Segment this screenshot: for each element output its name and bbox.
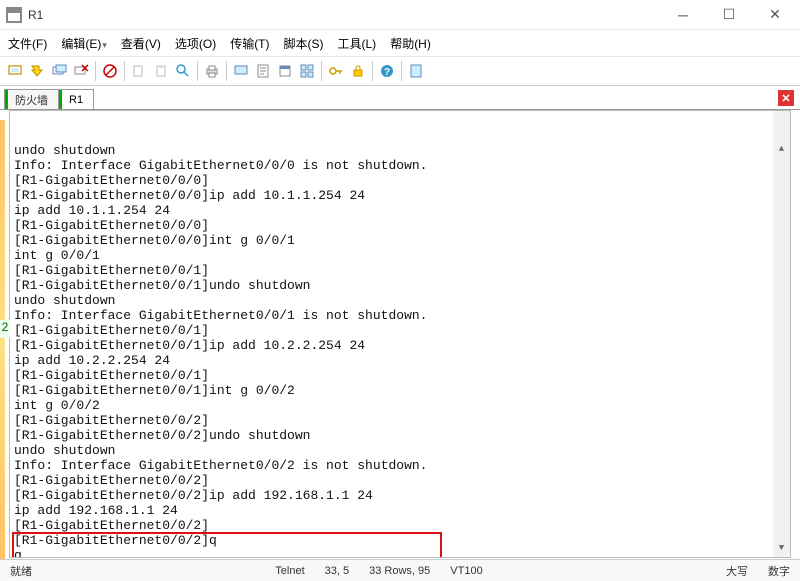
toolbar: ? — [0, 56, 800, 86]
toolbar-separator — [95, 61, 96, 81]
terminal-line: [R1-GigabitEthernet0/0/2]undo shutdown — [14, 428, 786, 443]
menu-transfer[interactable]: 传输(T) — [230, 35, 269, 52]
terminal-line: [R1-GigabitEthernet0/0/1] — [14, 323, 786, 338]
help-icon[interactable]: ? — [376, 60, 398, 82]
terminal-line: Info: Interface GigabitEthernet0/0/2 is … — [14, 458, 786, 473]
app-icon — [6, 7, 22, 23]
tab-r1[interactable]: R1 — [58, 89, 94, 109]
terminal-line: [R1-GigabitEthernet0/0/2]q — [14, 533, 786, 548]
terminal-line: [R1-GigabitEthernet0/0/0] — [14, 218, 786, 233]
terminal-line: ip add 192.168.1.1 24 — [14, 503, 786, 518]
terminal-line: undo shutdown — [14, 443, 786, 458]
terminal-line: undo shutdown — [14, 293, 786, 308]
find-icon[interactable] — [172, 60, 194, 82]
paste-icon[interactable] — [150, 60, 172, 82]
terminal-line: [R1-GigabitEthernet0/0/1] — [14, 263, 786, 278]
terminal-line: [R1-GigabitEthernet0/0/2] — [14, 413, 786, 428]
toolbar-separator — [401, 61, 402, 81]
log-icon[interactable] — [252, 60, 274, 82]
toolbar-separator — [124, 61, 125, 81]
toolbar-separator — [226, 61, 227, 81]
toolbar-separator — [321, 61, 322, 81]
status-numlock: 数字 — [758, 563, 800, 579]
terminal-line: Info: Interface GigabitEthernet0/0/0 is … — [14, 158, 786, 173]
terminal-line: q — [14, 548, 786, 558]
tab-label: 防火墙 — [15, 92, 48, 108]
terminal-line: [R1-GigabitEthernet0/0/2] — [14, 473, 786, 488]
terminal-line: int g 0/0/1 — [14, 248, 786, 263]
menu-edit[interactable]: 编辑(E)▾ — [61, 35, 107, 52]
terminal-line: ip add 10.1.1.254 24 — [14, 203, 786, 218]
status-cursor: 33, 5 — [315, 565, 359, 577]
status-term-type: VT100 — [440, 565, 492, 577]
terminal-line: [R1-GigabitEthernet0/0/0]int g 0/0/1 — [14, 233, 786, 248]
terminal-line: [R1-GigabitEthernet0/0/1]undo shutdown — [14, 278, 786, 293]
reconnect-icon[interactable] — [48, 60, 70, 82]
tab-active-indicator — [59, 90, 62, 109]
edge-index: 2 — [0, 320, 10, 338]
properties-icon[interactable] — [274, 60, 296, 82]
menu-file[interactable]: 文件(F) — [8, 35, 47, 52]
tab-close-button[interactable]: ✕ — [778, 90, 794, 106]
terminal-line: Info: Interface GigabitEthernet0/0/1 is … — [14, 308, 786, 323]
status-protocol: Telnet — [265, 565, 314, 577]
window-title: R1 — [28, 8, 660, 22]
session-options-icon[interactable] — [230, 60, 252, 82]
tile-icon[interactable] — [296, 60, 318, 82]
tab-firewall[interactable]: 防火墙 — [4, 89, 59, 109]
menu-help[interactable]: 帮助(H) — [390, 35, 431, 52]
menu-view[interactable]: 查看(V) — [121, 35, 161, 52]
menu-options[interactable]: 选项(O) — [175, 35, 216, 52]
quick-connect-icon[interactable] — [26, 60, 48, 82]
toolbar-separator — [197, 61, 198, 81]
toolbar-separator — [372, 61, 373, 81]
connect-icon[interactable] — [4, 60, 26, 82]
terminal-line: [R1-GigabitEthernet0/0/1]int g 0/0/2 — [14, 383, 786, 398]
tab-active-indicator — [5, 90, 8, 109]
terminal-line: int g 0/0/2 — [14, 398, 786, 413]
status-bar: 就绪 Telnet 33, 5 33 Rows, 95 VT100 大写 数字 — [0, 559, 800, 581]
cancel-icon[interactable] — [99, 60, 121, 82]
status-rows: 33 Rows, 95 — [359, 565, 440, 577]
session-tabs: 防火墙 R1 ✕ — [0, 88, 800, 110]
close-button[interactable]: ✕ — [752, 0, 798, 30]
status-ready: 就绪 — [0, 563, 42, 579]
terminal-line: [R1-GigabitEthernet0/0/0]ip add 10.1.1.2… — [14, 188, 786, 203]
copy-icon[interactable] — [128, 60, 150, 82]
disconnect-icon[interactable] — [70, 60, 92, 82]
terminal-line: [R1-GigabitEthernet0/0/2]ip add 192.168.… — [14, 488, 786, 503]
tab-label: R1 — [69, 94, 83, 106]
terminal-line: ip add 10.2.2.254 24 — [14, 353, 786, 368]
terminal-line: [R1-GigabitEthernet0/0/1]ip add 10.2.2.2… — [14, 338, 786, 353]
svg-text:?: ? — [384, 67, 390, 78]
status-caps: 大写 — [716, 563, 758, 579]
terminal-output[interactable]: ▲ ▼ undo shutdownInfo: Interface Gigabit… — [9, 110, 791, 558]
menu-tools[interactable]: 工具(L) — [338, 35, 377, 52]
window-titlebar: R1 ─ ☐ ✕ — [0, 0, 800, 30]
window-edge-decoration — [0, 120, 5, 559]
lock-icon[interactable] — [347, 60, 369, 82]
print-icon[interactable] — [201, 60, 223, 82]
menu-script[interactable]: 脚本(S) — [284, 35, 324, 52]
terminal-line: [R1-GigabitEthernet0/0/0] — [14, 173, 786, 188]
key-icon[interactable] — [325, 60, 347, 82]
scroll-down-icon[interactable]: ▼ — [773, 540, 790, 557]
scrollbar[interactable]: ▲ ▼ — [773, 111, 790, 557]
terminal-line: [R1-GigabitEthernet0/0/1] — [14, 368, 786, 383]
script-icon[interactable] — [405, 60, 427, 82]
terminal-line: [R1-GigabitEthernet0/0/2] — [14, 518, 786, 533]
menu-bar: 文件(F) 编辑(E)▾ 查看(V) 选项(O) 传输(T) 脚本(S) 工具(… — [0, 30, 800, 56]
maximize-button[interactable]: ☐ — [706, 0, 752, 30]
terminal-line: undo shutdown — [14, 143, 786, 158]
minimize-button[interactable]: ─ — [660, 0, 706, 30]
scroll-up-icon[interactable]: ▲ — [773, 141, 790, 158]
